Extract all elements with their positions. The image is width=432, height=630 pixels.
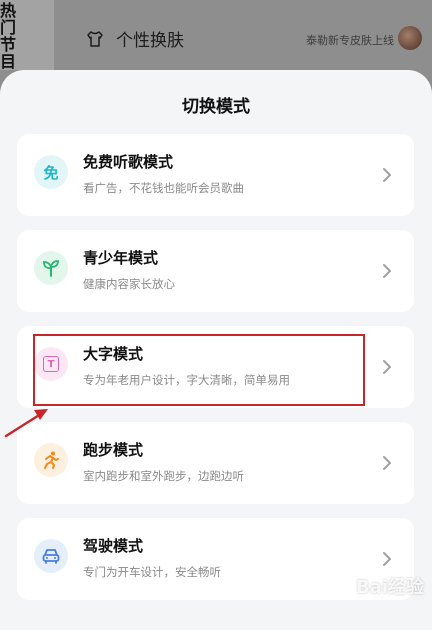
chevron-right-icon [380, 166, 394, 184]
mode-title: 免费听歌模式 [83, 151, 173, 172]
mode-item-free[interactable]: 免 免费听歌模式 看广告，不花钱也能听会员歌曲 [17, 134, 414, 216]
mode-desc: 看广告，不花钱也能听会员歌曲 [83, 180, 244, 196]
mode-desc: 健康内容家长放心 [83, 276, 175, 292]
chevron-right-icon [380, 454, 394, 472]
chevron-right-icon [380, 262, 394, 280]
sprout-icon [34, 251, 68, 285]
mode-desc: 专门为开车设计，安全畅听 [83, 564, 221, 580]
avatar[interactable] [398, 26, 422, 50]
mode-title: 青少年模式 [83, 247, 158, 268]
running-icon [34, 443, 68, 477]
watermark-text: Bai经验 [356, 577, 424, 598]
annotation-arrow-icon [0, 402, 60, 442]
mode-item-driving[interactable]: 驾驶模式 专门为开车设计，安全畅听 [17, 518, 414, 600]
mode-item-running[interactable]: 跑步模式 室内跑步和室外跑步，边跑边听 [17, 422, 414, 504]
annotation-highlight-box [33, 334, 365, 406]
shirt-icon [86, 30, 104, 48]
mode-title: 跑步模式 [83, 439, 143, 460]
skin-entry[interactable]: 个性换肤 [86, 26, 184, 51]
car-icon [34, 539, 68, 573]
free-icon: 免 [34, 155, 68, 189]
mode-item-teen[interactable]: 青少年模式 健康内容家长放心 [17, 230, 414, 312]
sheet-title: 切换模式 [0, 92, 432, 117]
chevron-right-icon [380, 358, 394, 376]
mode-title: 驾驶模式 [83, 535, 143, 556]
chevron-right-icon [380, 550, 394, 568]
skin-promo-text[interactable]: 泰勒新专皮肤上线 [306, 32, 394, 48]
program-card-title: 热门节目 [0, 2, 30, 70]
mode-desc: 室内跑步和室外跑步，边跑边听 [83, 468, 244, 484]
background-program-card[interactable]: 热门节目 [0, 0, 54, 70]
baidu-watermark: Bai经验 [356, 573, 424, 599]
skin-label: 个性换肤 [116, 26, 184, 51]
